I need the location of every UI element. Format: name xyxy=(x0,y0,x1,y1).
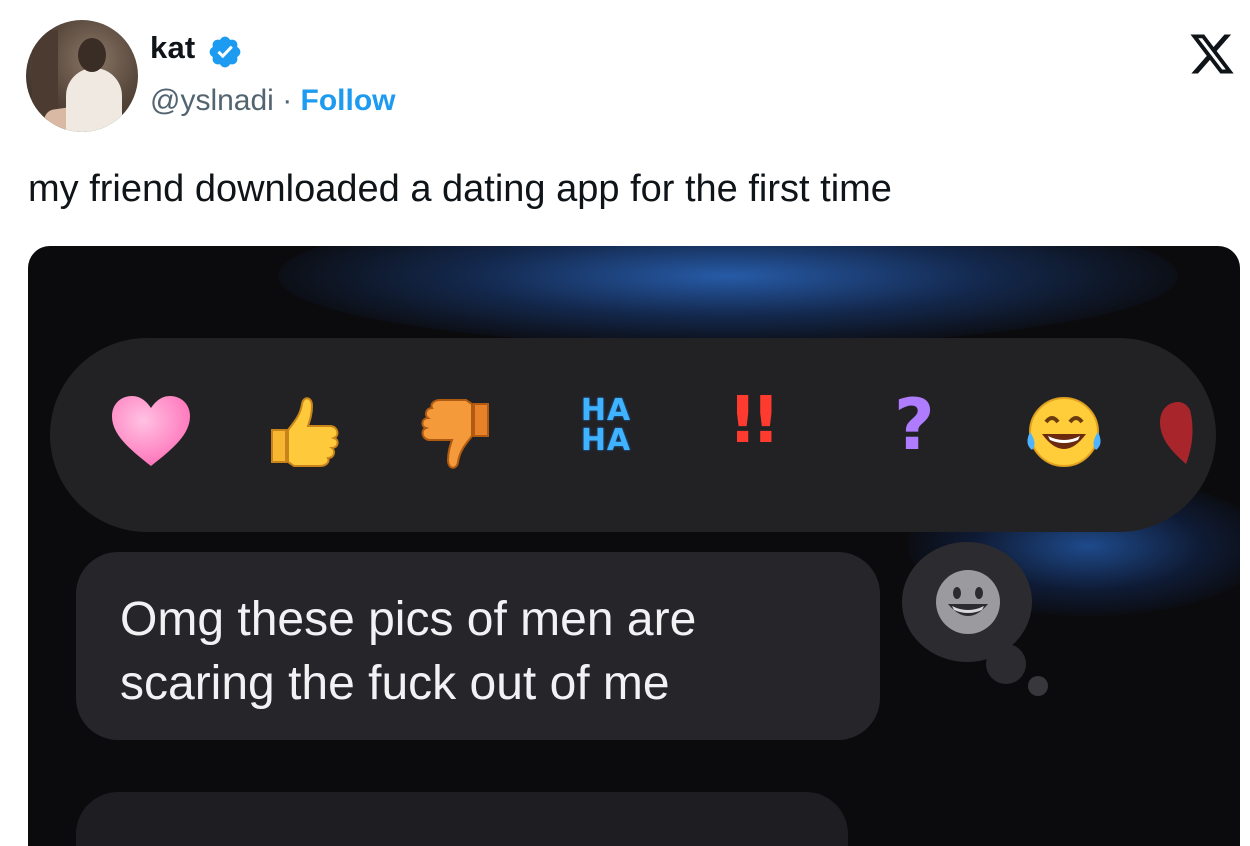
question-icon[interactable]: ? xyxy=(894,384,935,466)
message-bubble-next xyxy=(76,792,848,846)
handle-row: @yslnadi · Follow xyxy=(150,84,396,118)
red-heart-icon[interactable] xyxy=(1156,398,1216,468)
heart-icon[interactable] xyxy=(110,394,192,468)
haha-icon[interactable]: HA HA xyxy=(566,396,646,456)
tweet-text: my friend downloaded a dating app for th… xyxy=(28,168,892,210)
message-text: Omg these pics of men are scaring the fu… xyxy=(120,593,697,710)
thumbs-down-icon[interactable] xyxy=(416,396,496,476)
avatar-figure-body xyxy=(66,68,122,132)
x-logo-icon[interactable] xyxy=(1183,30,1241,78)
verified-badge-icon xyxy=(209,36,241,68)
laughing-face-icon[interactable] xyxy=(1022,392,1106,476)
thought-bubble-tail xyxy=(986,644,1026,684)
reaction-bar: HA HA !! ? xyxy=(50,338,1216,532)
tweet-media-image[interactable]: HA HA !! ? Omg these pics of men are sca… xyxy=(28,246,1240,846)
add-reaction-smiley-icon[interactable] xyxy=(932,566,1004,638)
thumbs-up-icon[interactable] xyxy=(264,390,344,470)
exclamation-icon[interactable]: !! xyxy=(728,384,780,458)
message-bubble[interactable]: Omg these pics of men are scaring the fu… xyxy=(76,552,880,740)
handle[interactable]: @yslnadi xyxy=(150,84,274,117)
separator: · xyxy=(282,84,293,117)
avatar-figure-head xyxy=(78,38,106,72)
follow-button[interactable]: Follow xyxy=(301,84,396,117)
background-glow xyxy=(278,246,1178,346)
avatar[interactable] xyxy=(26,20,138,132)
thought-bubble-dot xyxy=(1028,676,1048,696)
avatar-background xyxy=(32,30,58,120)
display-name[interactable]: kat xyxy=(150,30,195,66)
